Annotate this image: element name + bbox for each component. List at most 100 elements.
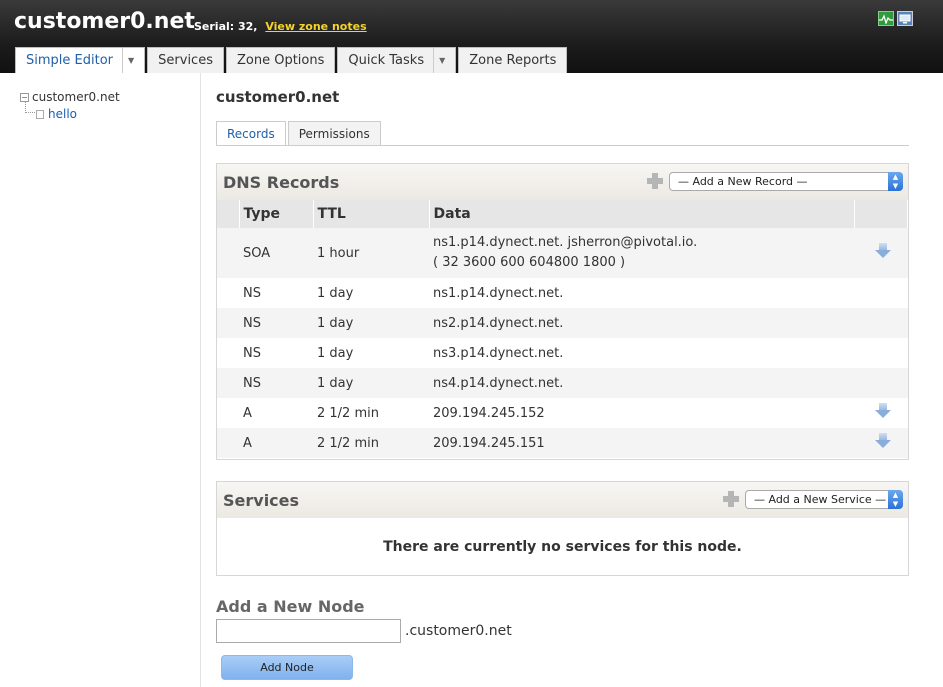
- tab-label: Services: [158, 53, 213, 68]
- tab-quick-tasks[interactable]: Quick Tasks ▼: [337, 47, 457, 73]
- screen-icon[interactable]: [897, 11, 913, 26]
- collapse-icon[interactable]: −: [20, 92, 29, 102]
- cell-ttl: 1 day: [313, 308, 429, 338]
- node-subtabs: Records Permissions: [216, 121, 383, 146]
- empty-services-message: There are currently no services for this…: [383, 539, 742, 555]
- tab-label: Quick Tasks: [348, 53, 425, 68]
- table-header-spacer: [217, 200, 240, 228]
- tab-label: Zone Reports: [469, 53, 557, 68]
- cell-type: NS: [239, 368, 313, 398]
- expand-down-icon[interactable]: [875, 403, 891, 419]
- new-node-input[interactable]: [216, 619, 401, 643]
- cell-actions: [855, 278, 908, 308]
- table-row[interactable]: NS 1 day ns2.p14.dynect.net.: [217, 308, 908, 338]
- cell-ttl: 2 1/2 min: [313, 428, 429, 458]
- app-header: customer0.net Serial: 32, View zone note…: [0, 0, 943, 73]
- chevron-down-icon[interactable]: ▼: [433, 48, 445, 73]
- tree-node-hello[interactable]: hello: [36, 107, 77, 121]
- tab-zone-reports[interactable]: Zone Reports: [458, 47, 568, 73]
- cell-actions: [855, 398, 908, 428]
- view-zone-notes-link[interactable]: View zone notes: [265, 20, 366, 33]
- column-header-data[interactable]: Data: [429, 200, 855, 228]
- cell-data: ns2.p14.dynect.net.: [429, 308, 855, 338]
- tab-zone-options[interactable]: Zone Options: [225, 47, 336, 73]
- serial-info: Serial: 32, View zone notes: [194, 20, 367, 33]
- activity-monitor-icon[interactable]: [878, 11, 894, 26]
- header-icons: [878, 11, 913, 26]
- table-row[interactable]: NS 1 day ns1.p14.dynect.net.: [217, 278, 908, 308]
- tab-records[interactable]: Records: [216, 121, 286, 146]
- cell-type: A: [243, 405, 252, 421]
- cell-actions: [854, 228, 908, 278]
- tab-label: Simple Editor: [26, 53, 113, 68]
- cell-actions: [854, 428, 908, 458]
- cell-actions: [854, 308, 908, 338]
- cell-type: NS: [243, 285, 261, 301]
- cell-data: 209.194.245.151: [429, 428, 855, 458]
- expand-down-icon[interactable]: [875, 433, 891, 449]
- tree-connector: [25, 102, 35, 113]
- panel-header: DNS Records — Add a New Record — ▲ ▼: [217, 164, 908, 200]
- table-row[interactable]: NS 1 day ns4.p14.dynect.net.: [217, 368, 908, 398]
- cell-data: ns3.p14.dynect.net.: [433, 345, 564, 361]
- table-row[interactable]: SOA 1 hour ns1.p14.dynect.net. jsherron@…: [217, 228, 908, 278]
- cell-ttl: 1 hour: [313, 228, 429, 278]
- page-title: customer0.net: [216, 88, 340, 106]
- cell-actions: [854, 368, 908, 398]
- records-table: Type TTL Data SOA 1 hour ns1.p14.dynect.…: [217, 200, 908, 458]
- table-row[interactable]: NS 1 day ns3.p14.dynect.net.: [217, 338, 908, 368]
- table-row[interactable]: A 2 1/2 min 209.194.245.152: [217, 398, 908, 428]
- cell-data: ns1.p14.dynect.net. jsherron@pivotal.io.…: [429, 228, 855, 278]
- panel-header: Services — Add a New Service — ▲ ▼: [217, 482, 908, 518]
- add-service-select[interactable]: — Add a New Service — ▲ ▼: [745, 490, 903, 509]
- row-spacer: [217, 278, 239, 308]
- select-value: — Add a New Service —: [754, 493, 887, 506]
- services-panel: Services — Add a New Service — ▲ ▼ There …: [216, 481, 909, 576]
- node-leaf-icon: [36, 109, 44, 119]
- tab-services[interactable]: Services: [147, 47, 224, 73]
- cell-actions: [855, 338, 908, 368]
- subtab-divider: [216, 145, 909, 146]
- add-icon[interactable]: [723, 491, 739, 507]
- row-spacer: [217, 368, 239, 398]
- table-row[interactable]: A 2 1/2 min 209.194.245.151: [217, 428, 908, 458]
- cell-type: NS: [243, 345, 261, 361]
- expand-down-icon[interactable]: [875, 243, 891, 259]
- row-spacer: [217, 428, 239, 458]
- add-node-heading: Add a New Node: [216, 597, 365, 616]
- cell-data-line: ( 32 3600 600 604800 1800 ): [433, 255, 626, 270]
- panel-title: Services: [223, 491, 300, 510]
- cell-type: NS: [239, 308, 313, 338]
- add-icon[interactable]: [647, 173, 663, 189]
- row-spacer: [217, 228, 239, 278]
- row-spacer: [217, 398, 239, 428]
- node-tree-sidebar: − customer0.net hello: [0, 73, 201, 687]
- column-header-actions: [854, 200, 908, 228]
- column-header-ttl[interactable]: TTL: [313, 200, 430, 228]
- tree-root-label: customer0.net: [32, 90, 120, 104]
- row-spacer: [217, 338, 239, 368]
- add-record-select[interactable]: — Add a New Record — ▲ ▼: [669, 172, 903, 191]
- select-value: — Add a New Record —: [678, 175, 808, 188]
- add-node-button[interactable]: Add Node: [221, 655, 353, 680]
- serial-label: Serial: 32,: [194, 20, 258, 33]
- chevron-down-icon[interactable]: ▼: [122, 48, 134, 73]
- tab-label: Zone Options: [236, 53, 325, 68]
- cell-type: A: [239, 428, 313, 458]
- zone-suffix: .customer0.net: [405, 623, 512, 639]
- tab-permissions[interactable]: Permissions: [287, 121, 381, 146]
- tree-node-label[interactable]: hello: [48, 107, 77, 121]
- cell-type: SOA: [239, 228, 313, 278]
- cell-ttl: 1 day: [317, 285, 354, 301]
- table-header-row: Type TTL Data: [217, 200, 908, 228]
- select-arrows-icon: ▲ ▼: [888, 172, 903, 191]
- cell-data: ns1.p14.dynect.net.: [433, 285, 564, 301]
- column-header-type[interactable]: Type: [239, 200, 314, 228]
- row-spacer: [217, 308, 239, 338]
- cell-ttl: 2 1/2 min: [317, 405, 379, 421]
- panel-title: DNS Records: [223, 173, 340, 192]
- select-arrows-icon: ▲ ▼: [888, 490, 903, 509]
- cell-data-line: ns1.p14.dynect.net. jsherron@pivotal.io.: [433, 235, 698, 250]
- top-tabs: Simple Editor ▼ Services Zone Options Qu…: [15, 47, 569, 73]
- tab-simple-editor[interactable]: Simple Editor ▼: [15, 47, 146, 73]
